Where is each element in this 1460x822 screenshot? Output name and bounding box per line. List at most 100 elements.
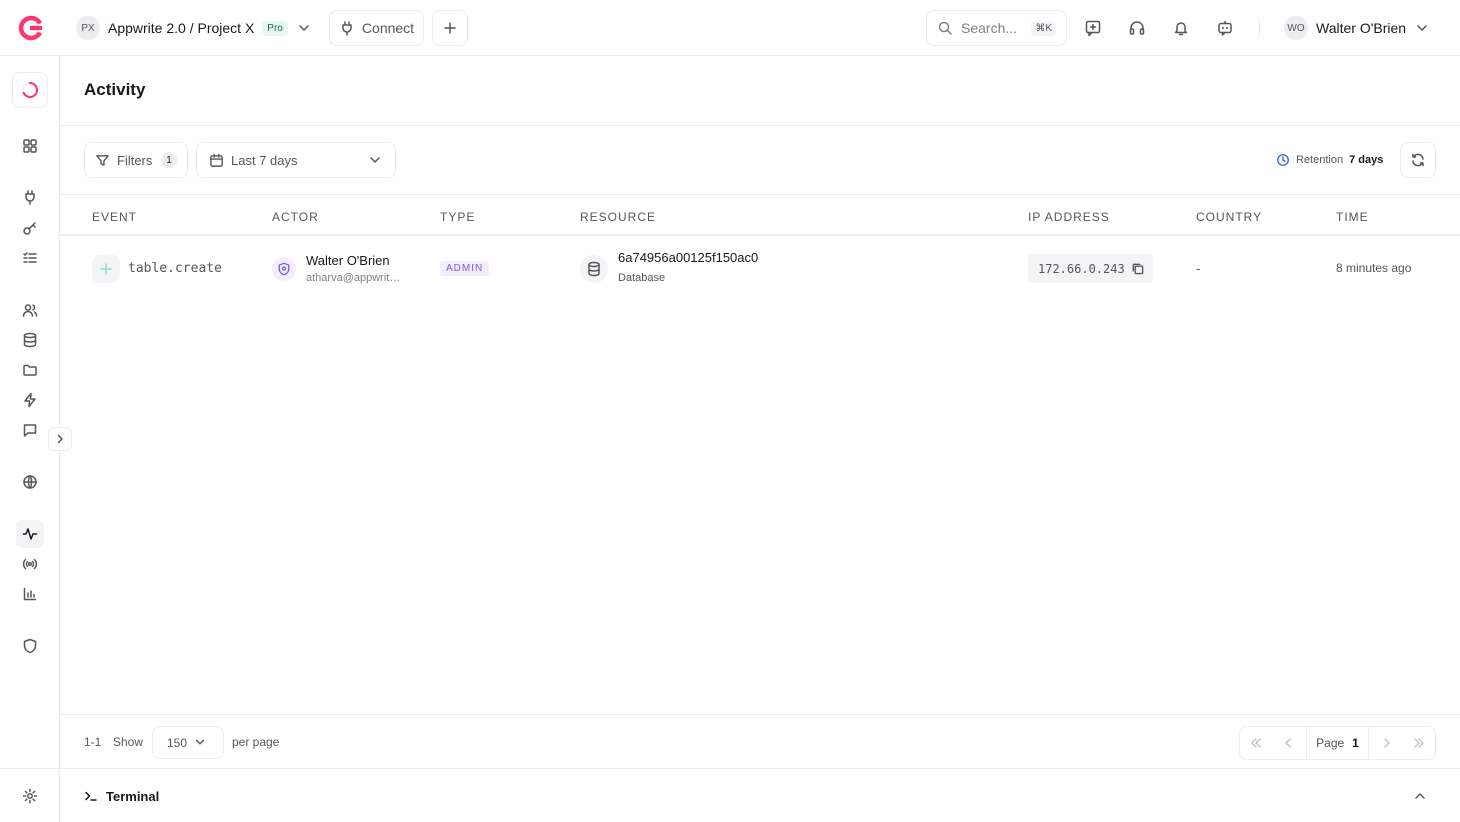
column-header-country[interactable]: COUNTRY — [1196, 210, 1262, 224]
grid-icon — [23, 139, 37, 153]
show-label: Show — [113, 735, 144, 749]
retention-value: 7 days — [1349, 154, 1384, 166]
feedback-icon[interactable] — [1081, 16, 1105, 40]
actor-email: atharva@appwrite.io — [306, 272, 406, 284]
filters-count-badge: 1 — [161, 152, 177, 168]
admin-shield-icon — [272, 257, 296, 281]
filter-funnel-icon — [95, 153, 110, 168]
user-name: Walter O'Brien — [1316, 20, 1407, 36]
appwrite-logo-icon[interactable] — [16, 14, 44, 42]
database-icon — [23, 332, 37, 348]
chevrons-right-icon — [1414, 738, 1424, 748]
column-header-ip-address[interactable]: IP ADDRESS — [1028, 210, 1110, 224]
database-icon — [580, 255, 608, 283]
sidebar-item-realtime[interactable] — [16, 550, 44, 578]
connect-button[interactable]: Connect — [329, 10, 424, 46]
plan-badge: Pro — [262, 20, 288, 36]
per-page-label: per page — [232, 735, 280, 749]
terminal-prompt-icon — [84, 789, 98, 803]
sidebar-item-storage[interactable] — [16, 356, 44, 384]
progress-ring-icon — [22, 81, 39, 98]
calendar-icon — [209, 153, 224, 168]
ip-address: 172.66.0.243 — [1038, 261, 1125, 276]
project-avatar: PX — [76, 16, 100, 40]
sidebar-expand-button[interactable] — [48, 427, 72, 451]
folder-icon — [23, 364, 37, 376]
sidebar-item-security[interactable] — [16, 632, 44, 660]
event-name: table.create — [128, 261, 222, 276]
page-label: Page — [1316, 736, 1345, 750]
column-header-time[interactable]: TIME — [1336, 210, 1369, 224]
per-page-select[interactable]: 150 — [152, 726, 224, 759]
resource-id[interactable]: 6a74956a00125f150ac0 — [618, 250, 758, 265]
sidebar-item-settings[interactable] — [16, 782, 44, 810]
retention-info: Retention 7 days — [1276, 152, 1383, 168]
column-header-actor[interactable]: ACTOR — [272, 210, 319, 224]
column-header-type[interactable]: TYPE — [440, 210, 475, 224]
column-header-event[interactable]: EVENT — [92, 210, 137, 224]
shield-icon — [23, 638, 37, 654]
last-page-button[interactable] — [1403, 727, 1435, 759]
chevron-down-icon — [367, 152, 383, 168]
clock-icon — [1276, 153, 1290, 167]
sidebar-item-auth[interactable] — [16, 296, 44, 324]
sidebar-item-tasks[interactable] — [16, 244, 44, 272]
avatar: WO — [1284, 16, 1308, 40]
date-range-select[interactable]: Last 7 days — [196, 142, 396, 178]
sidebar-item-integrations[interactable] — [16, 183, 44, 211]
sidebar-item-usage[interactable] — [16, 580, 44, 608]
sidebar-item-messaging[interactable] — [16, 416, 44, 444]
sidebar-item-dashboard[interactable] — [16, 132, 44, 160]
refresh-button[interactable] — [1400, 142, 1436, 178]
terminal-panel[interactable]: Terminal — [60, 768, 1460, 822]
sidebar-item-api-keys[interactable] — [16, 214, 44, 242]
sidebar-divider — [0, 768, 60, 769]
chevrons-left-icon — [1251, 738, 1261, 748]
sidebar-item-activity[interactable] — [16, 520, 44, 548]
project-switcher[interactable]: PX Appwrite 2.0 / Project X Pro — [76, 14, 312, 42]
bell-notifications-icon[interactable] — [1169, 16, 1193, 40]
add-button[interactable] — [432, 10, 468, 46]
key-icon — [23, 222, 36, 235]
column-header-resource[interactable]: RESOURCE — [580, 210, 656, 224]
plus-icon — [444, 22, 456, 34]
plus-create-icon — [92, 255, 120, 283]
list-check-icon — [23, 252, 37, 263]
filters-button[interactable]: Filters 1 — [84, 142, 188, 178]
topbar-divider — [1259, 18, 1260, 38]
sidebar-item-overview[interactable] — [12, 72, 48, 108]
user-menu[interactable]: WO Walter O'Brien — [1284, 16, 1430, 40]
ip-address-pill[interactable]: 172.66.0.243 — [1028, 254, 1153, 283]
chevron-down-icon — [1414, 20, 1430, 36]
sidebar-item-sites[interactable] — [16, 468, 44, 496]
table-row[interactable]: table.create Walter O'Brien atharva@appw… — [60, 236, 1460, 300]
assistant-bot-icon[interactable] — [1213, 16, 1237, 40]
chevron-down-icon — [193, 735, 209, 751]
sidebar-item-databases[interactable] — [16, 326, 44, 354]
sidebar-item-functions[interactable] — [16, 386, 44, 414]
table-header: EVENT ACTOR TYPE RESOURCE IP ADDRESS COU… — [60, 194, 1460, 236]
headset-support-icon[interactable] — [1125, 16, 1149, 40]
next-page-button[interactable] — [1371, 727, 1403, 759]
results-range: 1-1 — [84, 735, 102, 749]
page-header: Activity — [60, 56, 1460, 126]
plug-icon — [339, 20, 355, 36]
activity-pulse-icon — [22, 528, 38, 540]
refresh-icon — [1412, 153, 1424, 167]
previous-page-button[interactable] — [1272, 727, 1304, 759]
country: - — [1196, 261, 1201, 276]
gear-icon — [22, 788, 38, 804]
page-title: Activity — [84, 80, 146, 99]
chevron-up-icon[interactable] — [1412, 788, 1428, 804]
bar-chart-icon — [23, 587, 37, 601]
chevron-left-icon — [1285, 738, 1291, 748]
search-icon — [937, 20, 953, 36]
filters-label: Filters — [117, 152, 153, 168]
page-number: 1 — [1352, 736, 1359, 750]
connect-label: Connect — [361, 20, 415, 36]
search-input[interactable]: Search... ⌘K — [926, 10, 1067, 46]
first-page-button[interactable] — [1240, 727, 1272, 759]
actor-name: Walter O'Brien — [306, 253, 390, 268]
chevron-right-icon — [1384, 738, 1390, 748]
copy-icon[interactable] — [1131, 262, 1144, 275]
